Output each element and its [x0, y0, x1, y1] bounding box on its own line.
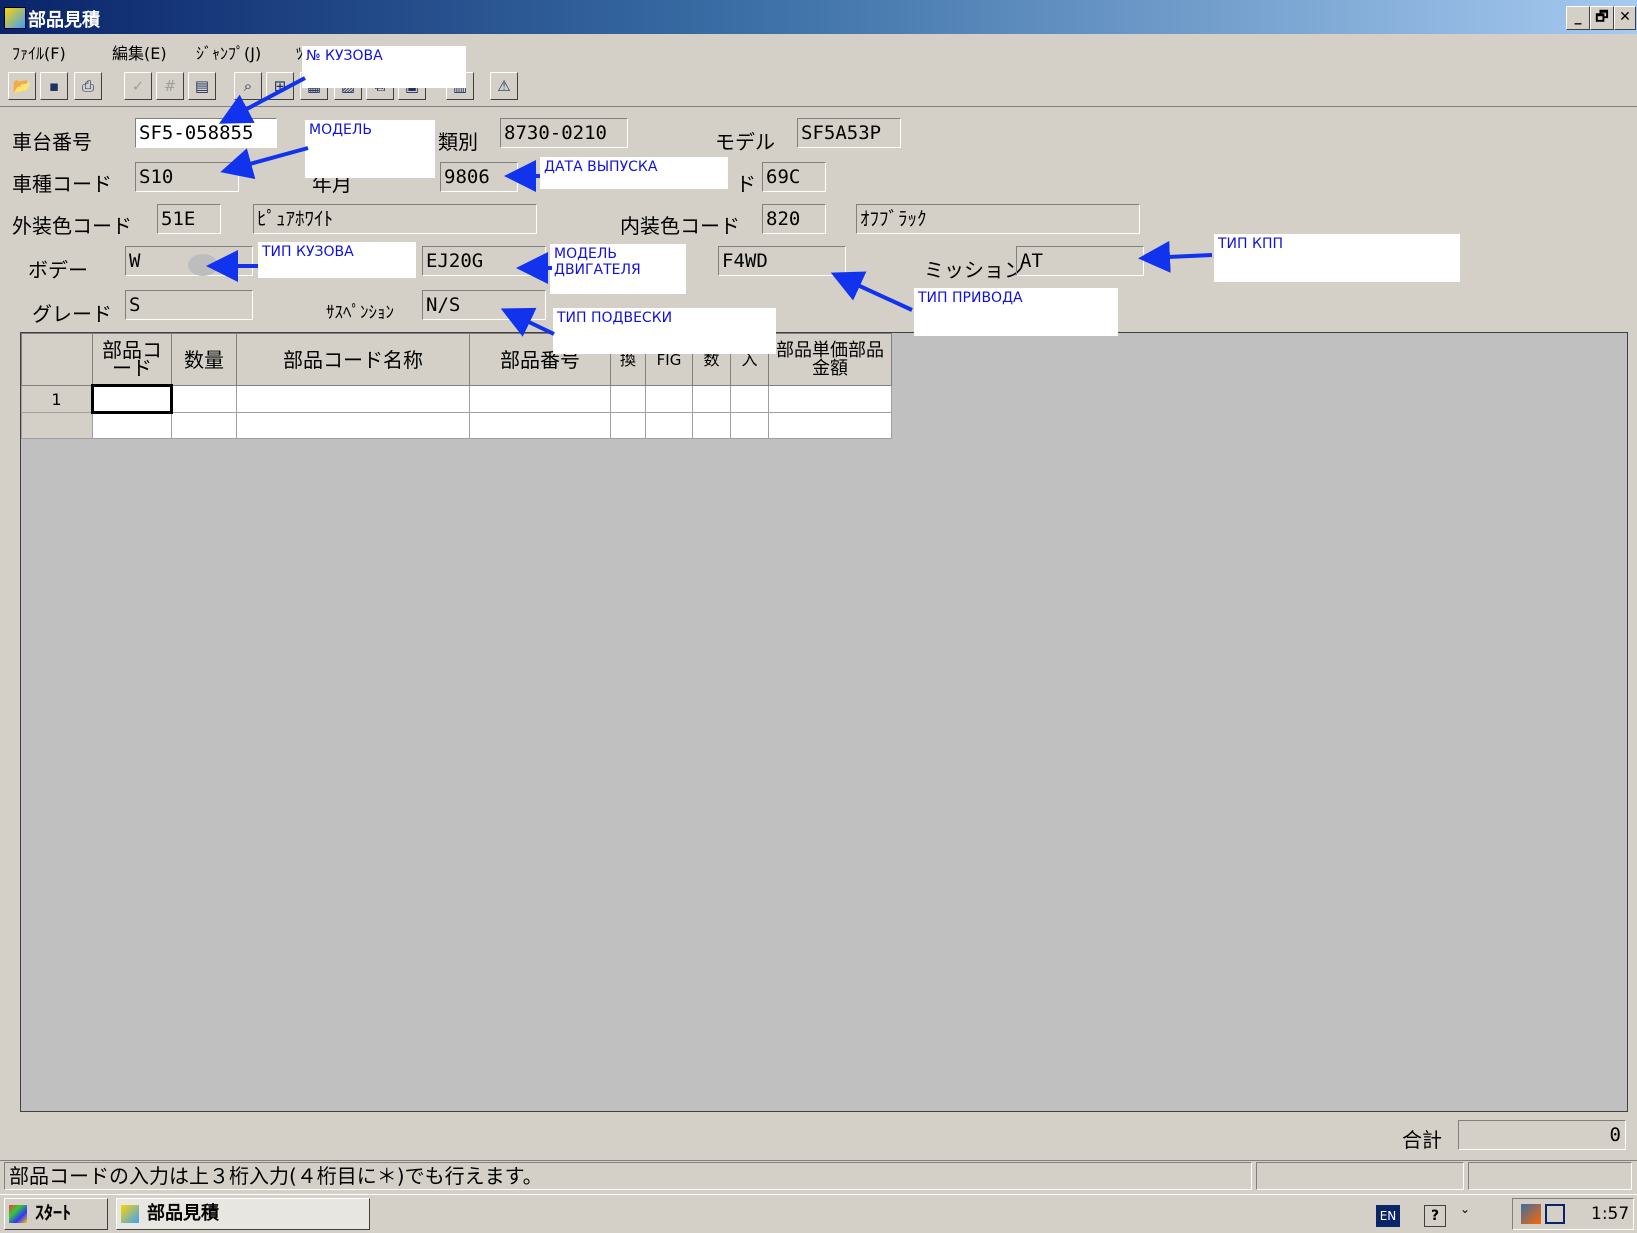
total-field: 0	[1458, 1120, 1626, 1150]
taskbar-app-label: 部品見積	[147, 1203, 219, 1224]
arrow-suspension-type	[500, 307, 555, 337]
arrow-drive-type	[830, 271, 913, 312]
status-panel-2	[1256, 1162, 1464, 1190]
arrow-gearbox-type	[1138, 240, 1213, 273]
clock[interactable]: 1:57	[1591, 1204, 1629, 1224]
tray-app-icon[interactable]	[1545, 1204, 1565, 1224]
status-panel-3	[1468, 1162, 1632, 1190]
taskbar: ｽﾀｰﾄ 部品見積 EN ? ⌄ 1:57	[0, 1194, 1637, 1233]
arrow-body-number	[218, 76, 306, 124]
windows-logo-icon	[9, 1205, 27, 1223]
system-tray: 1:57	[1512, 1198, 1634, 1230]
annotation-arrows	[206, 76, 1213, 337]
app-icon	[121, 1205, 139, 1223]
start-button[interactable]: ｽﾀｰﾄ	[4, 1198, 108, 1230]
total-label: 合計	[1402, 1128, 1442, 1152]
network-icon[interactable]	[1521, 1204, 1541, 1224]
language-indicator[interactable]: EN	[1376, 1205, 1400, 1227]
arrow-model	[220, 146, 309, 180]
taskbar-app-button[interactable]: 部品見積	[116, 1198, 370, 1230]
help-icon[interactable]: ?	[1424, 1205, 1446, 1227]
ime-arrow-icon[interactable]: ⌄	[1460, 1203, 1472, 1227]
start-label: ｽﾀｰﾄ	[35, 1203, 71, 1224]
status-message: 部品コードの入力は上３桁入力(４桁目に＊)でも行えます。	[4, 1162, 1252, 1190]
